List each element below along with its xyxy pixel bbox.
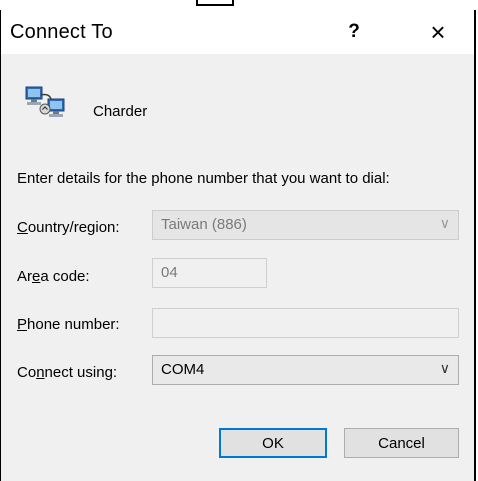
help-icon: ? (348, 21, 360, 42)
dialog-content: Charder Enter details for the phone numb… (1, 54, 474, 481)
connect-using-label: Connect using: (17, 364, 118, 381)
country-region-label: Country/region: (17, 219, 120, 236)
chevron-down-icon: ∨ (439, 215, 450, 231)
connect-using-select[interactable]: COM4 ∨ (152, 355, 459, 385)
country-region-select[interactable]: Taiwan (886) ∨ (152, 210, 459, 240)
ok-button[interactable]: OK (219, 428, 327, 458)
chevron-down-icon: ∨ (439, 360, 450, 376)
cancel-button[interactable]: Cancel (344, 428, 459, 458)
title-bar: Connect To ? × (1, 10, 474, 54)
background-window-fragment (196, 0, 234, 6)
connect-using-value: COM4 (161, 361, 205, 378)
close-icon: × (430, 16, 446, 47)
area-code-field[interactable]: 04 (152, 258, 267, 288)
area-code-value: 04 (161, 264, 178, 281)
close-button[interactable]: × (416, 10, 460, 54)
dialog-title: Connect To (10, 21, 113, 43)
country-region-value: Taiwan (886) (161, 216, 247, 233)
phone-connection-icon (25, 86, 65, 117)
connect-to-dialog: Connect To ? × Charder Enter details for… (0, 10, 476, 481)
help-button[interactable]: ? (332, 10, 376, 54)
phone-number-label: Phone number: (17, 316, 120, 333)
area-code-label: Area code: (17, 268, 90, 285)
connection-name: Charder (93, 103, 148, 120)
instructions-text: Enter details for the phone number that … (17, 170, 390, 187)
phone-number-field[interactable] (152, 308, 459, 338)
background-strip (0, 0, 478, 10)
